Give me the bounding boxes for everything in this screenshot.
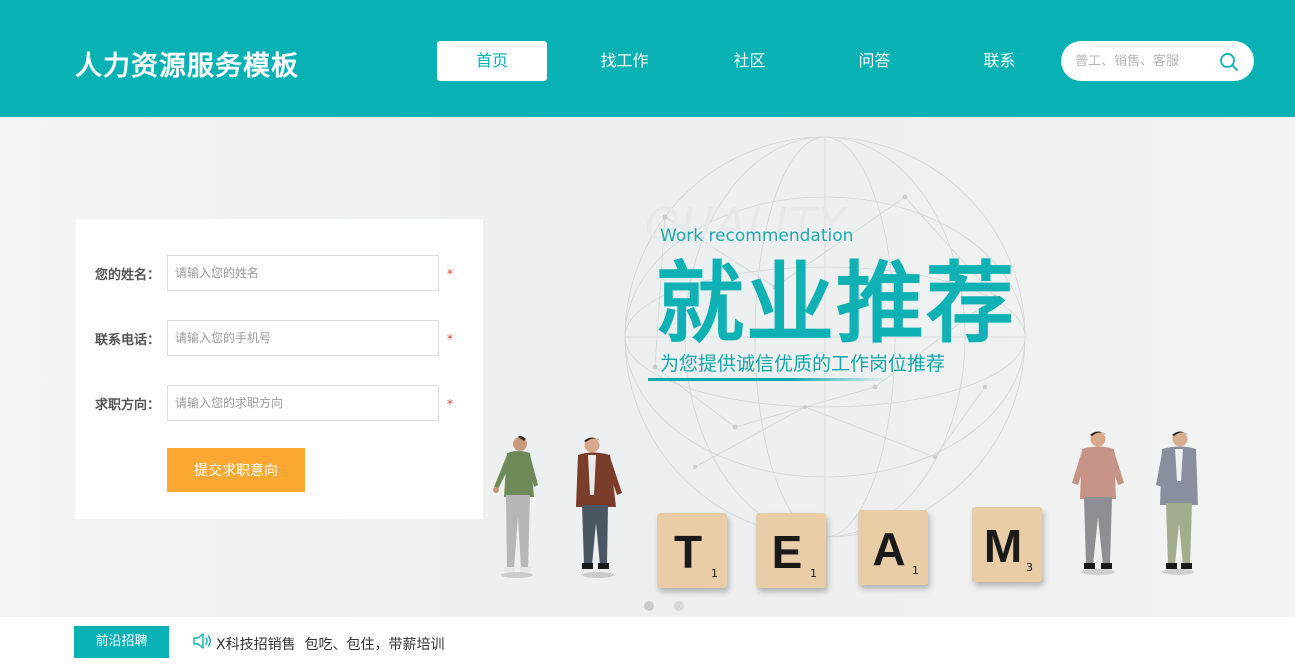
banner-underline xyxy=(648,378,888,381)
phone-field[interactable] xyxy=(167,320,439,356)
submit-intent-button[interactable]: 提交求职意向 xyxy=(167,448,305,492)
job-intent-form: 您的姓名： * 联系电话： * 求职方向： * 提交求职意向 xyxy=(75,219,483,519)
nav-item-qa[interactable]: 问答 xyxy=(812,41,937,81)
banner-subtitle-cn: 为您提供诚信优质的工作岗位推荐 xyxy=(660,353,946,375)
slider-dot-2[interactable] xyxy=(674,601,684,611)
search-icon[interactable] xyxy=(1218,51,1240,73)
main-nav: 首页 找工作 社区 问答 联系 xyxy=(437,41,1062,81)
required-mark: * xyxy=(447,267,453,281)
form-row-direction: 求职方向： * xyxy=(75,385,483,421)
speaker-icon xyxy=(193,633,211,649)
site-logo[interactable]: 人力资源服务模板 xyxy=(75,44,299,83)
name-label: 您的姓名： xyxy=(95,268,161,283)
ticker-tag[interactable]: 前沿招聘 xyxy=(74,626,169,658)
figurine-pink-shirt xyxy=(1072,431,1124,575)
name-field[interactable] xyxy=(167,255,439,291)
job-direction-label: 求职方向： xyxy=(95,398,161,413)
nav-item-community[interactable]: 社区 xyxy=(687,41,812,81)
slider-dot-1[interactable] xyxy=(644,601,654,611)
form-row-phone: 联系电话： * xyxy=(75,320,483,356)
job-direction-field[interactable] xyxy=(167,385,439,421)
nav-item-home[interactable]: 首页 xyxy=(437,41,547,81)
phone-label: 联系电话： xyxy=(95,333,161,348)
form-row-name: 您的姓名： * xyxy=(75,255,483,291)
letter-tile-m: M 3 xyxy=(972,507,1042,582)
required-mark: * xyxy=(447,332,453,346)
search-box xyxy=(1061,41,1254,81)
figurine-brown-jacket xyxy=(576,437,622,578)
banner-subtitle-en: Work recommendation xyxy=(660,226,854,246)
nav-item-find-job[interactable]: 找工作 xyxy=(562,41,687,81)
figurine-green-shirt xyxy=(493,435,538,578)
recruitment-ticker: 前沿招聘 X科技招销售 包吃、包住，带薪培训 xyxy=(0,617,1295,664)
letter-tile-t: T 1 xyxy=(657,513,727,588)
search-input[interactable] xyxy=(1075,49,1215,73)
site-header: 人力资源服务模板 首页 找工作 社区 问答 联系 xyxy=(0,0,1295,117)
figurine-grey-suit xyxy=(1156,431,1198,575)
nav-item-contact[interactable]: 联系 xyxy=(937,41,1062,81)
letter-tile-a: A 1 xyxy=(858,510,928,585)
banner-title: 就业推荐 xyxy=(656,252,1017,355)
required-mark: * xyxy=(447,397,453,411)
letter-tile-e: E 1 xyxy=(756,513,826,588)
slider-dots xyxy=(644,601,684,611)
ticker-text[interactable]: X科技招销售 包吃、包住，带薪培训 xyxy=(216,634,445,654)
